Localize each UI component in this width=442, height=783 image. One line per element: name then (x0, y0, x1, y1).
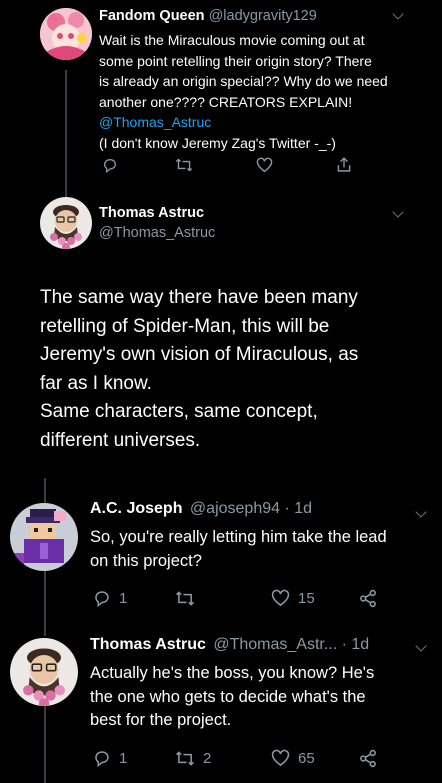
tweet-line: best for the project. (90, 711, 232, 729)
share-icon (337, 157, 351, 172)
tweet-line: another one???? CREATORS EXPLAIN! (99, 93, 353, 110)
tweet-line: Wait is the Miraculous movie coming out … (99, 32, 365, 48)
avatar[interactable] (10, 503, 78, 571)
chevron-down-icon[interactable] (392, 206, 404, 218)
share-button[interactable] (358, 589, 378, 608)
like-count: 15 (298, 589, 315, 607)
reply-count: 1 (119, 589, 128, 607)
chevron-down-icon[interactable] (392, 8, 404, 20)
reply-icon (95, 751, 109, 767)
heart-icon (256, 157, 273, 173)
anime-character-avatar-image (40, 8, 92, 60)
retweet-button[interactable] (175, 590, 203, 607)
tweet-line: So, you're really letting him take the l… (90, 528, 387, 546)
retweet-count: 2 (203, 750, 212, 767)
avatar[interactable] (10, 638, 78, 706)
tweet-line: some point retelling their origin story?… (99, 52, 372, 69)
tweet-line: the one who gets to decide what's the (90, 687, 366, 706)
chevron-down-icon[interactable] (415, 506, 427, 518)
tweet-meta[interactable]: @ajoseph94 · 1d (190, 500, 312, 517)
like-button[interactable]: 15 (271, 589, 315, 607)
author-handle[interactable]: @ladygravity129 (209, 8, 317, 24)
thread-line (44, 570, 46, 636)
author-name[interactable]: Thomas Astruc (90, 636, 206, 653)
heart-icon (271, 749, 290, 767)
author-name[interactable]: Fandom Queen (99, 8, 205, 24)
tweet-line: is already an origin special?? Why do we… (99, 73, 388, 89)
reply-button[interactable] (102, 157, 118, 173)
tweet-line: on this project? (90, 551, 202, 570)
like-count: 65 (298, 749, 315, 767)
chevron-down-icon[interactable] (415, 640, 427, 652)
reply-icon (95, 591, 109, 607)
avatar[interactable] (40, 197, 92, 249)
tweet-text: Wait is the Miraculous movie coming out … (99, 30, 388, 153)
author-name[interactable]: Thomas Astruc (99, 205, 204, 221)
author-handle[interactable]: @Thomas_Astruc (99, 225, 215, 241)
retweet-icon (175, 158, 193, 172)
tweet-line: far as I know. (40, 372, 152, 394)
retweet-button[interactable]: 2 (175, 750, 211, 767)
retweet-icon (175, 591, 195, 606)
like-button[interactable] (256, 157, 273, 173)
reply-button[interactable]: 1 (93, 749, 127, 767)
share-network-icon (360, 589, 376, 608)
tweet-line: The same way there have been many (40, 287, 358, 308)
tweet-line: Jeremy's own vision of Miraculous, as (40, 344, 359, 365)
thomas-astruc-avatar-image (40, 197, 92, 249)
tweet-text: So, you're really letting him take the l… (90, 526, 387, 573)
share-button[interactable] (336, 156, 352, 173)
pixel-character-avatar-image (10, 503, 78, 571)
reply-icon (104, 159, 116, 173)
tweet-meta[interactable]: @Thomas_Astr... · 1d (213, 636, 369, 653)
thread-line (65, 70, 67, 198)
heart-icon (271, 589, 290, 607)
tweet-line: Actually he's the boss, you know? He's (90, 664, 375, 682)
tweet-line: retelling of Spider-Man, this will be (40, 315, 330, 337)
thread-line (44, 706, 46, 783)
share-button[interactable] (358, 749, 378, 768)
thomas-astruc-avatar-image (10, 638, 78, 706)
tweet-text: Actually he's the boss, you know? He's t… (90, 662, 374, 733)
reply-count: 1 (119, 749, 128, 767)
tweet-line: (I don't know Jeremy Zag's Twitter -_-) (99, 134, 336, 151)
tweet-line: Same characters, same concept, (40, 401, 318, 422)
share-network-icon (360, 749, 376, 768)
reply-button[interactable]: 1 (93, 589, 127, 607)
avatar[interactable] (40, 8, 92, 60)
mention-link[interactable]: @Thomas_Astruc (99, 112, 388, 133)
tweet-line: different universes. (40, 429, 201, 451)
author-name[interactable]: A.C. Joseph (90, 500, 182, 517)
retweet-icon (175, 751, 195, 766)
tweet-text: The same way there have been many retell… (40, 284, 358, 455)
retweet-button[interactable] (175, 157, 193, 173)
like-button[interactable]: 65 (271, 749, 315, 767)
